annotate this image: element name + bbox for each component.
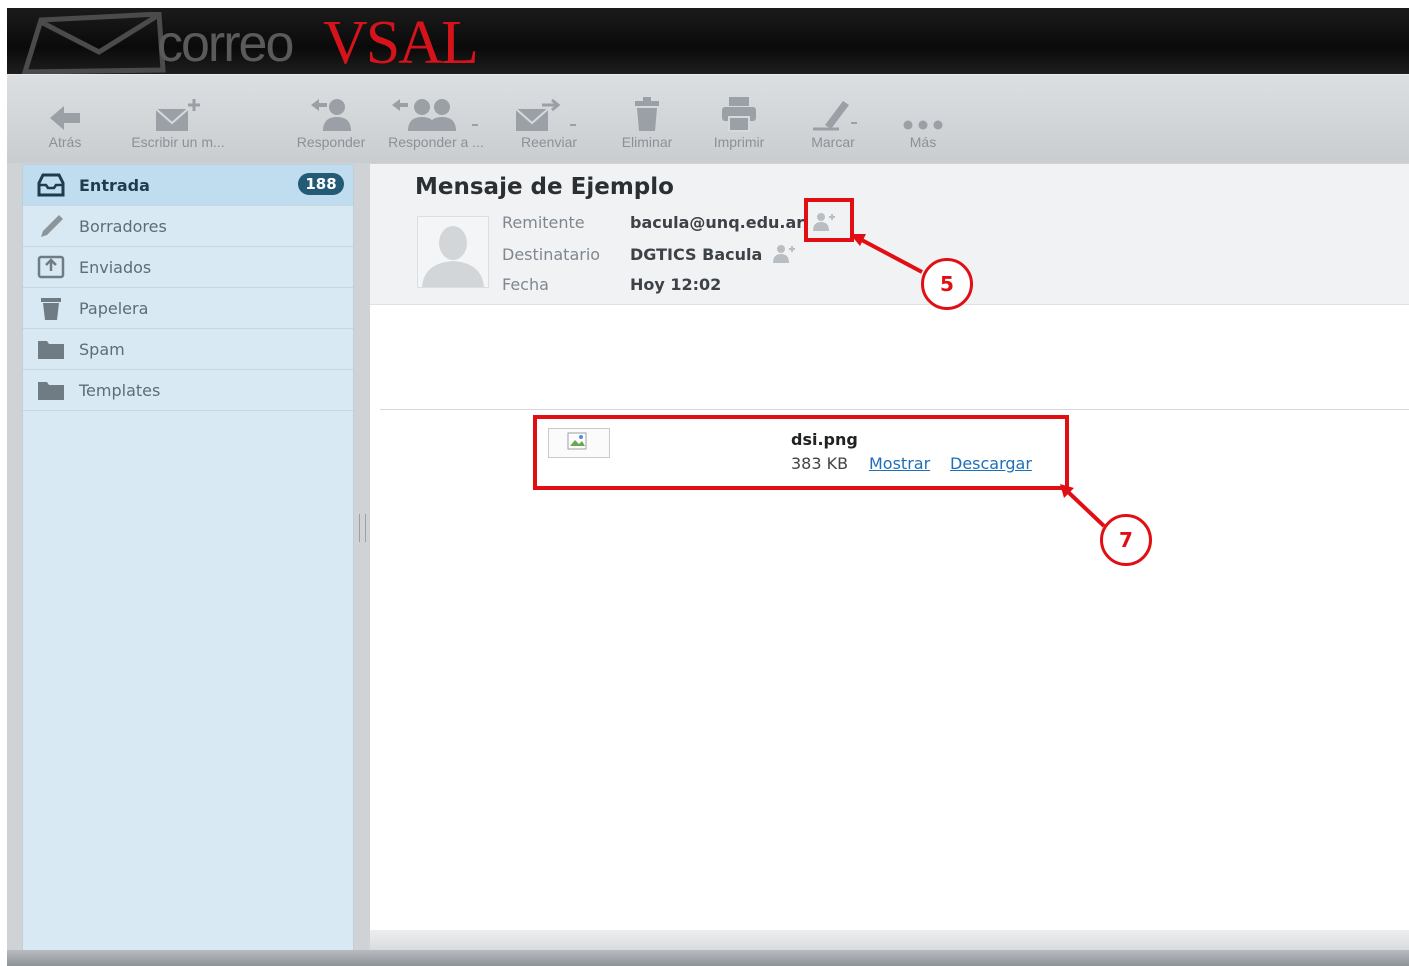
more-icon xyxy=(903,120,943,130)
print-button[interactable]: Imprimir xyxy=(701,93,777,157)
annotation-callout-7: 7 xyxy=(1100,514,1152,566)
reply-button[interactable]: Responder xyxy=(289,93,373,157)
folder-item-enviados[interactable]: Enviados xyxy=(23,247,353,288)
from-row: Remitente bacula@unq.edu.ar xyxy=(502,210,836,234)
body-divider xyxy=(380,409,1409,410)
back-button[interactable]: Atrás xyxy=(37,93,93,157)
sent-icon xyxy=(37,255,65,279)
to-address[interactable]: DGTICS Bacula xyxy=(630,245,762,264)
compose-button[interactable]: Escribir un m... xyxy=(119,93,237,157)
pane-splitter[interactable] xyxy=(355,164,368,966)
folder-icon xyxy=(38,341,64,359)
mark-icon xyxy=(813,101,857,131)
annotation-callout-5: 5 xyxy=(921,258,973,310)
inbox-icon xyxy=(37,173,65,197)
folder-item-borradores[interactable]: Borradores xyxy=(23,206,353,247)
date-row: Fecha Hoy 12:02 xyxy=(502,272,721,296)
to-label: Destinatario xyxy=(502,244,601,264)
from-label: Remitente xyxy=(502,212,585,232)
message-view: Mensaje de Ejemplo Remitente bacula@unq.… xyxy=(370,164,1409,966)
trash-icon xyxy=(41,298,61,320)
delete-button[interactable]: Eliminar xyxy=(611,93,683,157)
add-contact-icon xyxy=(773,245,796,263)
date-value: Hoy 12:02 xyxy=(630,274,722,294)
compose-icon xyxy=(155,99,200,131)
delete-button-label: Eliminar xyxy=(621,134,673,150)
to-row: Destinatario DGTICS Bacula xyxy=(502,242,796,266)
unread-count-badge: 188 xyxy=(298,173,344,195)
folder-item-papelera[interactable]: Papelera xyxy=(23,288,353,329)
reply-all-button[interactable]: Responder a ... xyxy=(381,93,491,157)
annotation-box-attachment xyxy=(533,415,1069,490)
back-button-label: Atrás xyxy=(48,134,82,150)
trash-icon xyxy=(635,97,659,131)
add-contact-button[interactable] xyxy=(772,243,796,265)
sender-avatar xyxy=(417,216,489,288)
message-header: Mensaje de Ejemplo Remitente bacula@unq.… xyxy=(370,164,1409,305)
person-placeholder-icon xyxy=(422,226,484,287)
folder-label: Enviados xyxy=(79,257,152,277)
print-button-label: Imprimir xyxy=(713,134,765,150)
bottom-status-bar xyxy=(7,950,1409,966)
folder-label: Borradores xyxy=(79,216,167,236)
forward-button-label: Reenviar xyxy=(520,134,578,150)
more-button-label: Más xyxy=(909,134,937,150)
annotation-box-add-contact xyxy=(804,198,854,242)
splitter-grip[interactable] xyxy=(359,514,366,542)
message-subject: Mensaje de Ejemplo xyxy=(415,174,674,200)
folder-icon xyxy=(38,382,64,400)
mark-button-label: Marcar xyxy=(811,134,855,150)
date-label: Fecha xyxy=(502,274,549,294)
reply-all-button-label: Responder a ... xyxy=(388,134,484,150)
folder-label: Templates xyxy=(79,380,161,400)
logo-text-correo: correo xyxy=(157,15,294,73)
forward-icon xyxy=(515,98,576,131)
reply-all-icon xyxy=(392,99,478,131)
back-arrow-icon xyxy=(50,106,80,130)
print-icon xyxy=(722,97,756,132)
app-header: correo VSAL xyxy=(7,8,1409,74)
folder-label: Entrada xyxy=(79,175,150,195)
folder-item-spam[interactable]: Spam xyxy=(23,329,353,370)
logo-text-vsal: VSAL xyxy=(323,9,479,77)
reply-icon xyxy=(311,99,351,131)
envelope-logo-icon xyxy=(21,12,166,74)
folder-label: Spam xyxy=(79,339,125,359)
from-address[interactable]: bacula@unq.edu.ar xyxy=(630,213,804,232)
forward-button[interactable]: Reenviar xyxy=(507,93,591,157)
compose-button-label: Escribir un m... xyxy=(131,134,225,150)
folder-item-entrada[interactable]: Entrada 188 xyxy=(23,165,353,206)
folder-label: Papelera xyxy=(79,298,149,318)
folder-list: Entrada 188 Borradores Enviados Papelera… xyxy=(22,164,354,966)
folder-item-templates[interactable]: Templates xyxy=(23,370,353,411)
pencil-icon xyxy=(41,215,63,237)
more-button[interactable]: Más xyxy=(893,93,953,157)
reply-button-label: Responder xyxy=(296,134,366,150)
mark-button[interactable]: Marcar xyxy=(797,93,869,157)
toolbar: Atrás Escribir un m... Responder Respond… xyxy=(7,74,1409,163)
